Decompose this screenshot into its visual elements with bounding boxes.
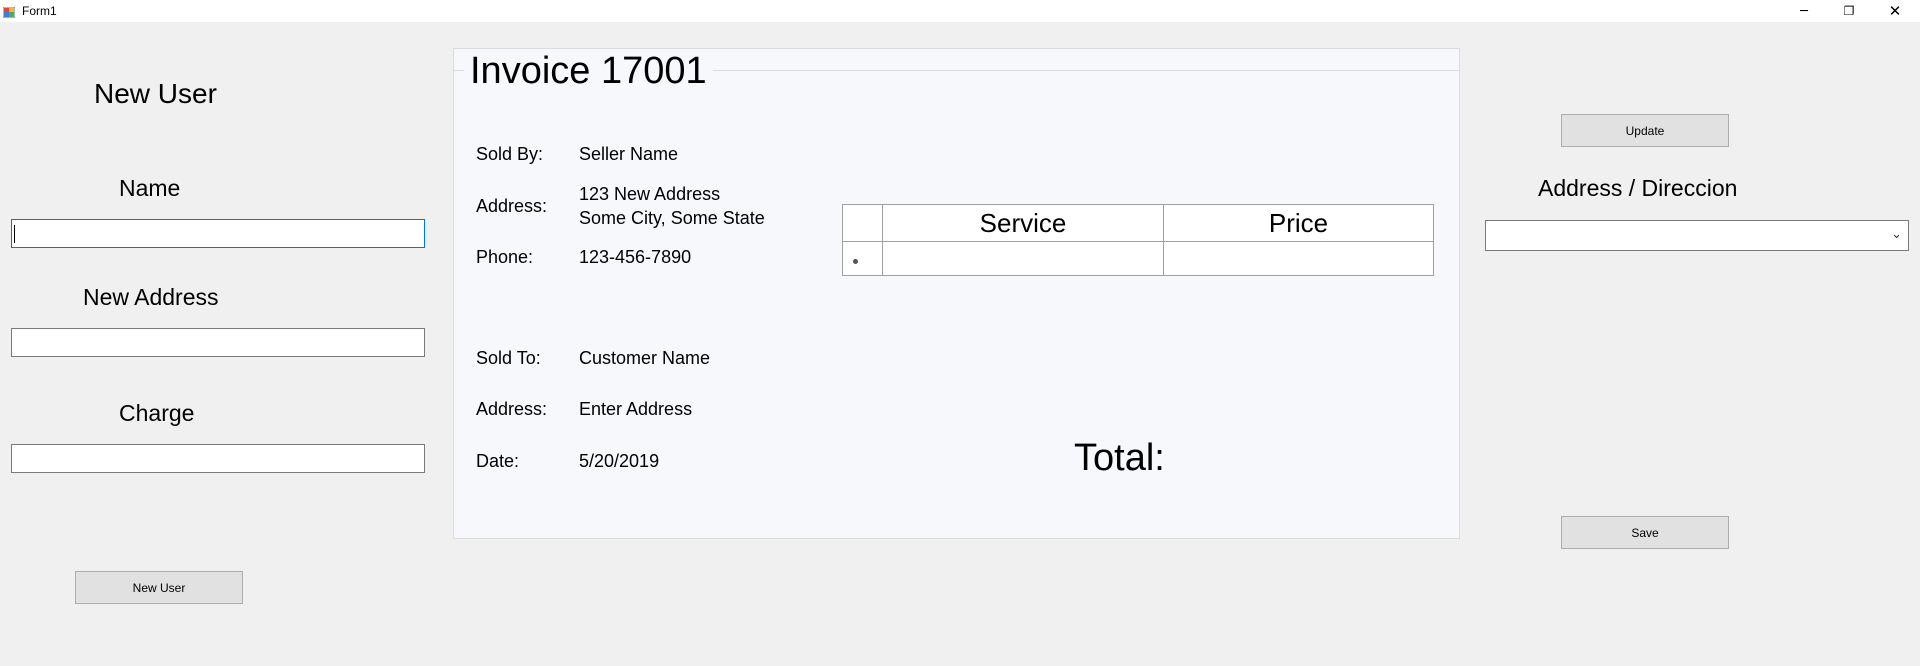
seller-address-line1: 123 New Address — [579, 184, 721, 204]
name-label: Name — [119, 175, 181, 201]
title-bar: Form1 ─ ❐ ✕ — [0, 0, 1920, 22]
address-direccion-label: Address / Direccion — [1538, 175, 1738, 201]
name-field[interactable] — [11, 219, 425, 248]
window-title: Form1 — [22, 4, 57, 18]
row-header[interactable] — [843, 242, 883, 275]
name-input[interactable] — [12, 220, 424, 247]
invoice-title: Invoice 17001 — [464, 49, 713, 93]
new-address-field[interactable] — [11, 328, 425, 357]
form-app-icon — [2, 5, 16, 19]
price-cell[interactable] — [1164, 242, 1433, 275]
sold-by-label: Sold By: — [476, 144, 544, 164]
charge-input[interactable] — [12, 445, 424, 472]
seller-address-line2: Some City, Some State — [579, 208, 765, 228]
date-value: 5/20/2019 — [579, 451, 660, 471]
charge-label: Charge — [119, 400, 195, 426]
restore-icon: ❐ — [1843, 4, 1855, 18]
minimize-button[interactable]: ─ — [1781, 0, 1827, 22]
text-caret — [14, 225, 15, 243]
close-button[interactable]: ✕ — [1872, 0, 1918, 22]
phone-label: Phone: — [476, 247, 534, 267]
minimize-icon: ─ — [1800, 3, 1808, 19]
service-cell[interactable] — [883, 242, 1164, 275]
sold-to-label: Sold To: — [476, 348, 541, 368]
service-column-header[interactable]: Service — [883, 205, 1164, 242]
new-row-icon — [853, 259, 858, 264]
restore-button[interactable]: ❐ — [1826, 0, 1872, 22]
service-grid[interactable]: Service Price — [842, 204, 1434, 276]
grid-corner-header[interactable] — [843, 205, 883, 242]
close-icon: ✕ — [1888, 2, 1902, 20]
price-column-header[interactable]: Price — [1164, 205, 1433, 242]
charge-field[interactable] — [11, 444, 425, 473]
sold-by-value: Seller Name — [579, 144, 679, 164]
total-label: Total: — [1074, 437, 1165, 479]
customer-address-value: Enter Address — [579, 399, 693, 419]
new-user-heading: New User — [94, 78, 217, 109]
seller-address-label: Address: — [476, 196, 548, 216]
save-button[interactable]: Save — [1561, 516, 1729, 549]
customer-address-label: Address: — [476, 399, 548, 419]
phone-value: 123-456-7890 — [579, 247, 692, 267]
new-user-button[interactable]: New User — [75, 571, 243, 604]
date-label: Date: — [476, 451, 520, 471]
sold-to-value: Customer Name — [579, 348, 711, 368]
update-button[interactable]: Update — [1561, 114, 1729, 147]
address-dropdown[interactable]: ⌄ — [1485, 220, 1909, 251]
new-address-input[interactable] — [12, 329, 424, 356]
new-address-label: New Address — [83, 284, 219, 310]
chevron-down-icon[interactable]: ⌄ — [1891, 227, 1902, 242]
